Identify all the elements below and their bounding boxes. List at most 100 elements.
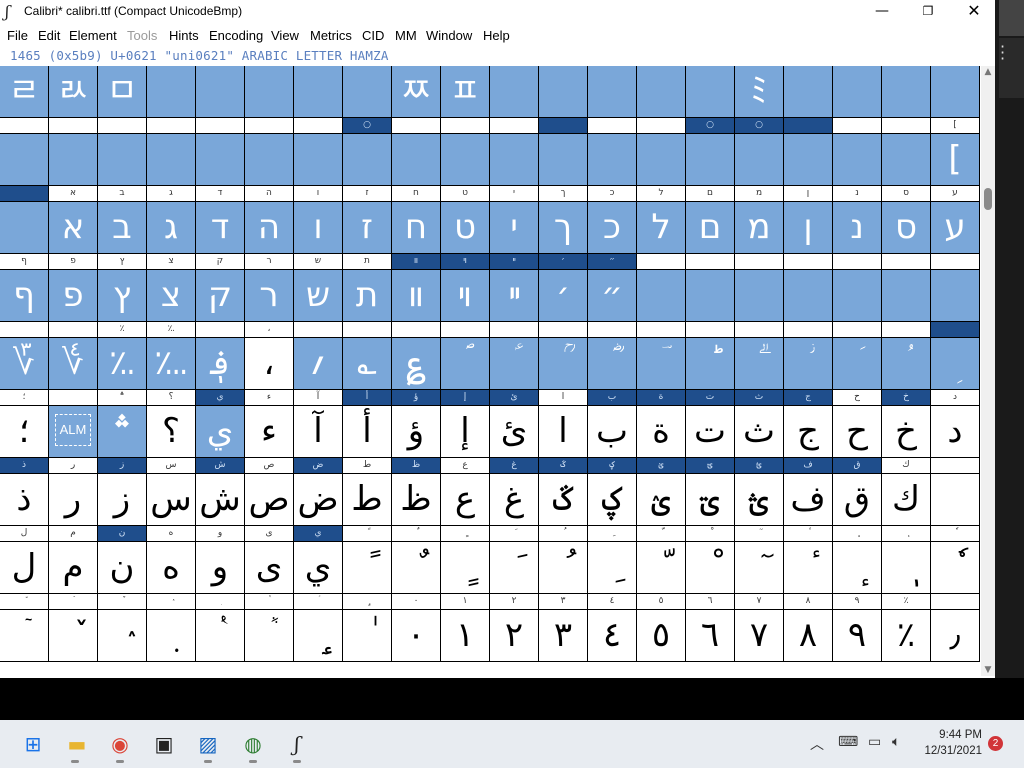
glyph-cell[interactable] (147, 134, 196, 186)
glyph-cell[interactable]: צ (147, 270, 196, 322)
glyph-cell[interactable]: ٕ (833, 542, 882, 594)
notification-badge[interactable]: 2 (988, 736, 1003, 751)
glyph-cell[interactable] (147, 66, 196, 118)
menu-help[interactable]: Help (483, 28, 510, 43)
glyph-cell[interactable] (588, 66, 637, 118)
glyph-cell[interactable] (637, 270, 686, 322)
glyph-cell[interactable] (735, 270, 784, 322)
glyph-cell[interactable]: ך (539, 202, 588, 254)
glyph-cell[interactable] (637, 66, 686, 118)
glyph-cell[interactable]: ث (735, 406, 784, 458)
glyph-cell[interactable] (245, 134, 294, 186)
glyph-cell[interactable]: ؊ (147, 338, 196, 390)
glyph-cell[interactable]: ב (98, 202, 147, 254)
glyph-cell[interactable] (784, 134, 833, 186)
glyph-cell[interactable]: ر (49, 474, 98, 526)
maps-icon[interactable]: ◍ (238, 729, 268, 759)
glyph-cell[interactable] (0, 134, 49, 186)
glyph-cell[interactable]: ױ (441, 270, 490, 322)
scroll-down-arrow-icon[interactable]: ▼ (982, 664, 994, 676)
glyph-cell[interactable]: ﾩ (0, 66, 49, 118)
glyph-cell[interactable]: ה (245, 202, 294, 254)
glyph-cell[interactable]: ؛ (0, 406, 49, 458)
glyph-cell[interactable]: ٝ (196, 610, 245, 662)
glyph-cell[interactable]: ا (539, 406, 588, 458)
glyph-cell[interactable] (833, 134, 882, 186)
glyph-cell[interactable]: כ (588, 202, 637, 254)
menu-hints[interactable]: Hints (169, 28, 199, 43)
glyph-cell[interactable]: ٣ (539, 610, 588, 662)
glyph-cell[interactable]: ת (343, 270, 392, 322)
glyph-cell[interactable]: ن (98, 542, 147, 594)
glyph-cell[interactable] (539, 66, 588, 118)
glyph-cell[interactable]: ؤ (392, 406, 441, 458)
glyph-cell[interactable]: ל (637, 202, 686, 254)
glyph-cell[interactable]: ئ (490, 406, 539, 458)
glyph-cell[interactable]: ״ (588, 270, 637, 322)
glyph-cell[interactable]: ٙ (0, 610, 49, 662)
glyph-cell[interactable]: ٜ (147, 610, 196, 662)
glyph-cell[interactable]: و (196, 542, 245, 594)
glyph-cell[interactable]: ٛ (98, 610, 147, 662)
glyph-cell[interactable]: أ (343, 406, 392, 458)
glyph-cell[interactable]: ٌ (392, 542, 441, 594)
glyph-cell[interactable]: ب (588, 406, 637, 458)
glyph-cell[interactable] (343, 66, 392, 118)
glyph-cell[interactable]: ײ (490, 270, 539, 322)
glyph-cell[interactable]: ؚ (931, 338, 980, 390)
glyph-cell[interactable]: ؼ (588, 474, 637, 526)
glyph-cell[interactable]: ؆ (0, 338, 49, 390)
glyph-cell[interactable]: ٔ (784, 542, 833, 594)
glyph-cell[interactable]: آ (294, 406, 343, 458)
start-icon[interactable]: ⊞ (18, 729, 48, 759)
glyph-cell[interactable]: ذ (0, 474, 49, 526)
glyph-cell[interactable] (294, 66, 343, 118)
glyph-cell[interactable] (343, 134, 392, 186)
photos-icon[interactable]: ▨ (193, 729, 223, 759)
minimize-button[interactable]: — (859, 0, 905, 22)
glyph-cell[interactable]: ؔ (637, 338, 686, 390)
glyph-cell[interactable] (686, 134, 735, 186)
glyph-cell[interactable]: ؾ (686, 474, 735, 526)
glyph-cell[interactable]: ﾹ (392, 66, 441, 118)
glyph-cell[interactable]: ט (441, 202, 490, 254)
glyph-cell[interactable]: א (49, 202, 98, 254)
glyph-cell[interactable]: ٥ (637, 610, 686, 662)
glyph-cell[interactable] (833, 66, 882, 118)
glyph-cell[interactable]: י (490, 202, 539, 254)
glyph-cell[interactable]: ؙ (882, 338, 931, 390)
glyph-cell[interactable] (931, 474, 980, 526)
glyph-cell[interactable]: ع (441, 474, 490, 526)
glyph-cell[interactable] (98, 134, 147, 186)
glyph-cell[interactable] (245, 66, 294, 118)
glyph-cell[interactable]: د (931, 406, 980, 458)
glyph-cell[interactable]: ד (196, 202, 245, 254)
glyph-cell[interactable]: ﾽ (441, 66, 490, 118)
glyph-cell[interactable]: פ (49, 270, 98, 322)
glyph-cell[interactable]: ك (882, 474, 931, 526)
glyph-cell[interactable] (784, 66, 833, 118)
glyph-cell[interactable]: ؿ (735, 474, 784, 526)
glyph-cell[interactable]: ِ (588, 542, 637, 594)
glyph-cell[interactable] (539, 134, 588, 186)
glyph-cell[interactable]: ل (0, 542, 49, 594)
glyph-cell[interactable]: ٠ (392, 610, 441, 662)
glyph-cell[interactable]: ، (245, 338, 294, 390)
glyph-cell[interactable]: ؋ (196, 338, 245, 390)
chevron-up-icon[interactable]: ︿ (810, 734, 824, 754)
glyph-cell[interactable]: ء (245, 406, 294, 458)
glyph-cell[interactable]: ف (784, 474, 833, 526)
glyph-cell[interactable]: ؽ (637, 474, 686, 526)
glyph-cell[interactable]: ؉ (98, 338, 147, 390)
menu-cid[interactable]: CID (362, 28, 384, 43)
glyph-cell[interactable]: נ (833, 202, 882, 254)
glyph-cell[interactable]: ْ (686, 542, 735, 594)
glyph-cell[interactable]: ؎ (343, 338, 392, 390)
glyph-cell[interactable]: ّ (637, 542, 686, 594)
clock-time[interactable]: 9:44 PM (930, 729, 982, 741)
glyph-cell[interactable]: ى (245, 542, 294, 594)
glyph-cell[interactable] (441, 134, 490, 186)
glyph-cell[interactable]: ٟ (294, 610, 343, 662)
glyph-cell[interactable]: ؖ (735, 338, 784, 390)
glyph-cell[interactable]: ػ (539, 474, 588, 526)
